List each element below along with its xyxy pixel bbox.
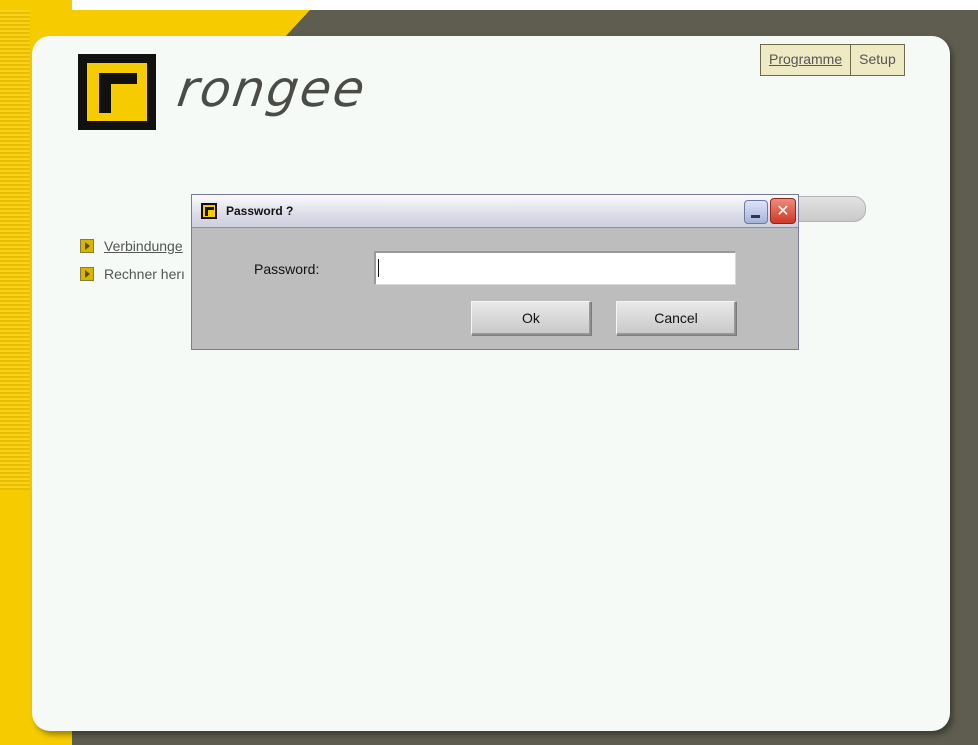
dialog-title: Password ? — [226, 204, 294, 218]
program-menu-list: Verbindunge Rechner herı — [80, 236, 185, 292]
ok-button[interactable]: Ok — [471, 301, 591, 335]
arrow-right-icon — [80, 267, 94, 281]
rongee-logo-icon — [78, 54, 156, 130]
logo-text: rongee — [173, 60, 371, 118]
menu-item-label: Rechner herı — [104, 266, 185, 282]
menu-item-label: Verbindunge — [104, 238, 183, 254]
minimize-button[interactable] — [744, 200, 768, 224]
close-icon: ✕ — [776, 201, 790, 220]
tab-setup[interactable]: Setup — [851, 45, 904, 75]
password-label: Password: — [254, 261, 320, 277]
tab-programme[interactable]: Programme — [761, 45, 852, 75]
close-button[interactable]: ✕ — [770, 198, 796, 224]
main-page — [32, 36, 950, 731]
ok-button-label: Ok — [522, 310, 540, 326]
cancel-button-label: Cancel — [654, 310, 698, 326]
menu-item-rechner-herunterfahren[interactable]: Rechner herı — [80, 264, 185, 284]
striped-decoration — [0, 10, 30, 490]
logo-icon — [201, 203, 217, 219]
cancel-button[interactable]: Cancel — [616, 301, 736, 335]
arrow-right-icon — [80, 239, 94, 253]
top-margin — [0, 0, 978, 10]
password-dialog: Password ? ✕ Password: Ok Cancel — [191, 194, 799, 350]
dialog-titlebar[interactable]: Password ? ✕ — [192, 195, 798, 228]
top-navigation: Programme Setup — [760, 44, 905, 76]
text-caret — [378, 259, 379, 277]
menu-item-verbindungen[interactable]: Verbindunge — [80, 236, 185, 256]
password-input[interactable] — [374, 251, 736, 285]
